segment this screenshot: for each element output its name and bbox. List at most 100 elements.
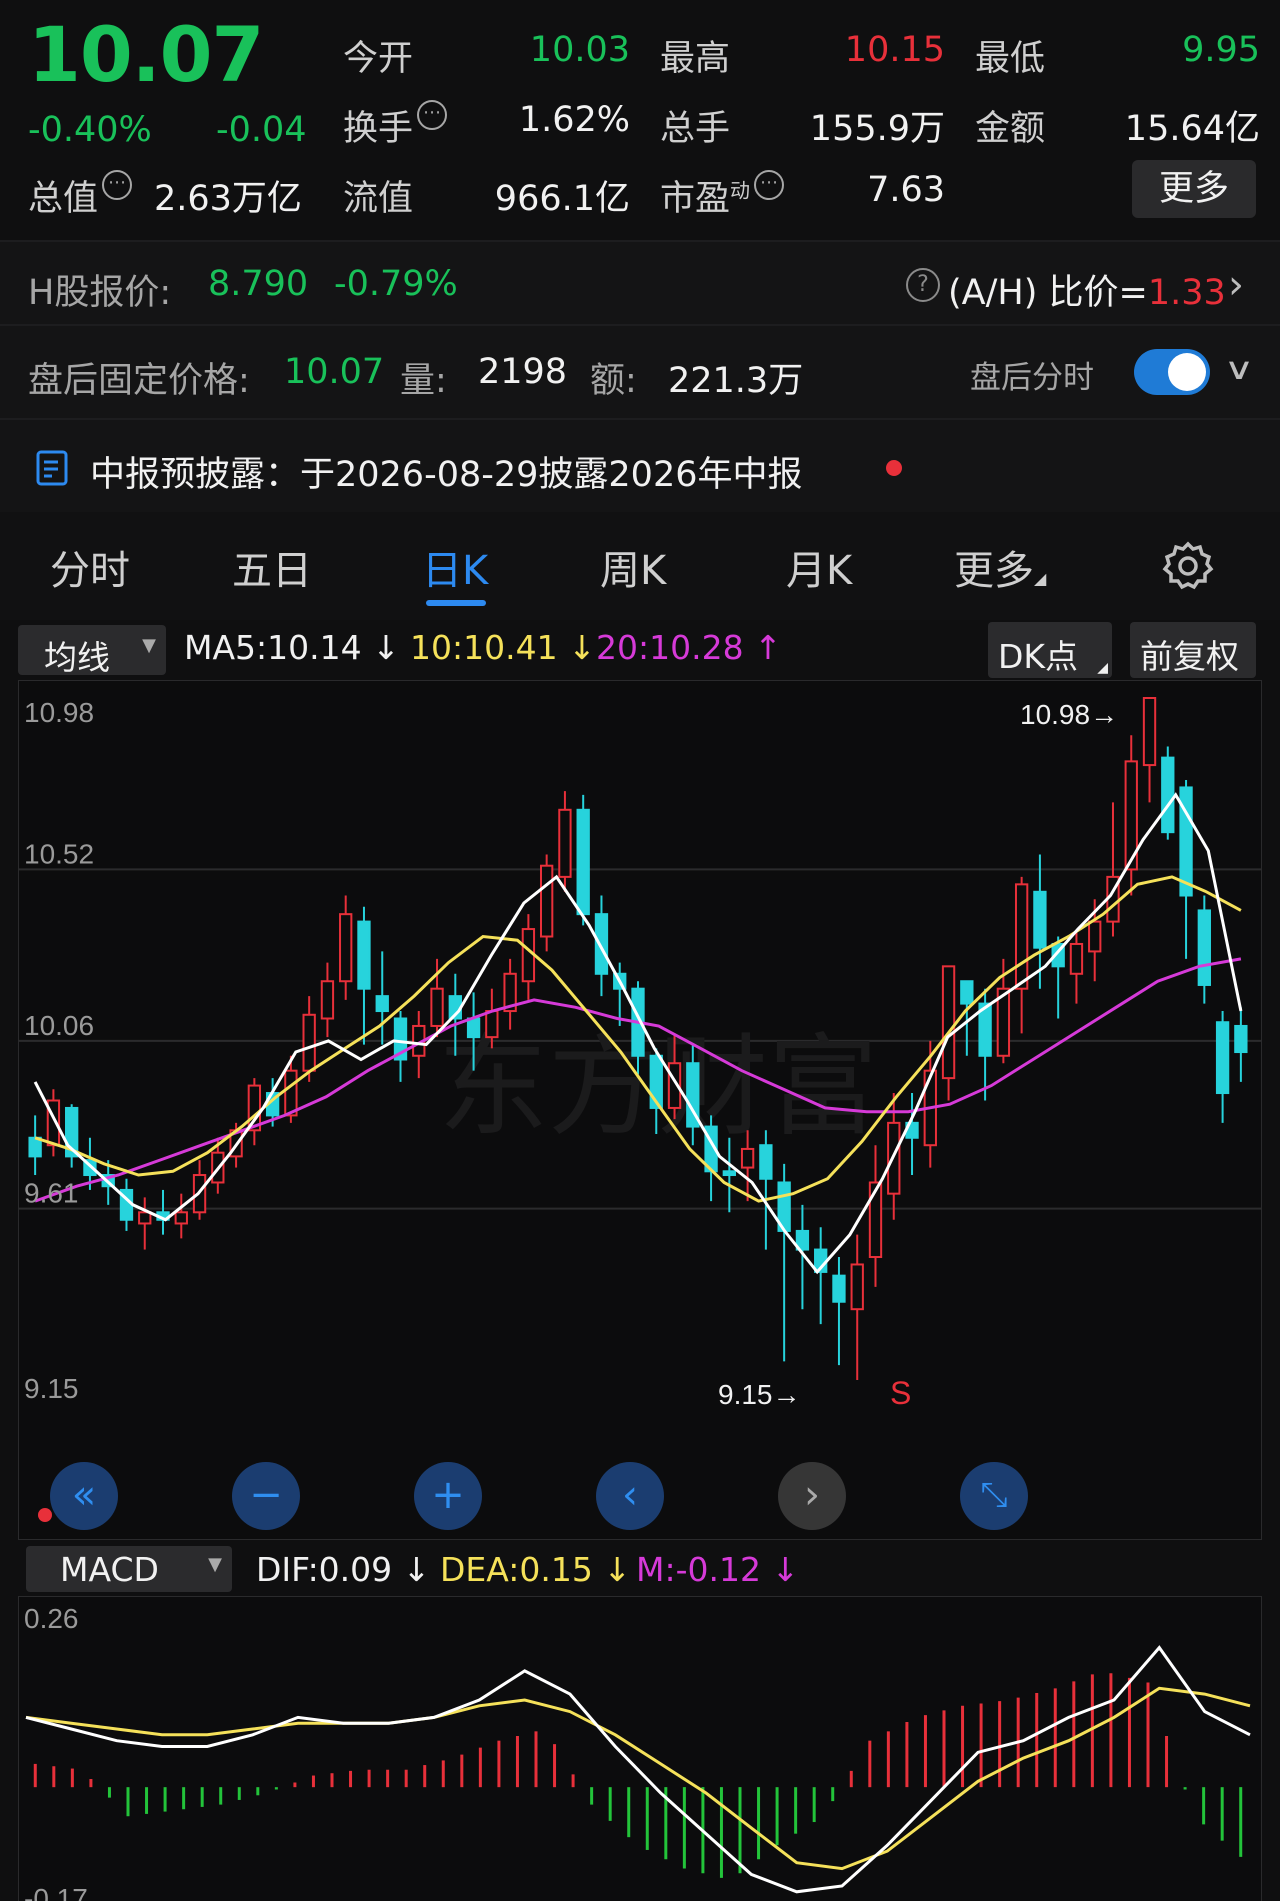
dk-point-button[interactable]: DK点 ◢ — [988, 622, 1112, 678]
candle — [138, 1211, 152, 1225]
high-value: 10.15 — [844, 30, 945, 70]
float-label: 流值 — [343, 179, 414, 219]
hshare-change: -0.79% — [334, 264, 458, 304]
y-tick-label: 9.15 — [24, 1373, 79, 1404]
sell-signal: S — [890, 1375, 911, 1411]
candle — [430, 987, 444, 1027]
candle — [832, 1274, 846, 1303]
high-label: 最高 — [660, 39, 731, 79]
y-tick-label: 10.52 — [24, 838, 94, 869]
low-label: 最低 — [975, 39, 1046, 79]
float-value: 966.1亿 — [494, 179, 630, 219]
pe-value: 7.63 — [867, 170, 945, 210]
fullscreen-icon[interactable]: ⤡ — [960, 1462, 1028, 1530]
price-adjust-button[interactable]: 前复权 — [1130, 622, 1256, 678]
afterhours-price: 10.07 — [284, 352, 385, 392]
afterhours-toggle-label: 盘后分时 — [970, 360, 1094, 396]
volume-value: 155.9万 — [809, 109, 945, 149]
amount-value: 15.64亿 — [1124, 109, 1260, 149]
chevron-right-icon[interactable]: › — [778, 1462, 846, 1530]
high-marker: 10.98→ — [1020, 699, 1118, 730]
tab-monthly-k[interactable]: 月K — [786, 538, 852, 596]
info-icon[interactable]: ⋯ — [754, 170, 785, 200]
candle — [1088, 920, 1102, 953]
more-button[interactable]: 更多 — [1132, 160, 1256, 218]
macd-chart[interactable]: 0.26 -0.17 — [18, 1596, 1262, 1901]
last-price: 10.07 — [28, 10, 264, 99]
y-tick-label: 0.26 — [24, 1603, 79, 1634]
candle — [1014, 883, 1029, 990]
tab-intraday[interactable]: 分时 — [50, 538, 130, 596]
zoom-in-icon[interactable]: + — [414, 1462, 482, 1530]
info-icon[interactable]: ⋯ — [102, 170, 133, 200]
y-tick-label: -0.17 — [24, 1883, 88, 1901]
candle — [1197, 909, 1211, 986]
macd-select[interactable]: MACD ▼ — [26, 1546, 232, 1592]
afterhours-vol: 2198 — [478, 352, 568, 392]
notice-text: 中报预披露：于2026-08-29披露2026年中报 — [90, 455, 803, 495]
chevron-right-icon[interactable]: › — [1228, 262, 1244, 308]
marker-dot — [38, 1508, 52, 1522]
pe-label: 市盈动 ⋯ — [660, 170, 785, 221]
candle — [302, 1013, 316, 1072]
candle — [174, 1211, 188, 1225]
candle — [485, 1010, 499, 1039]
dea-legend: DEA:0.15 ↓ — [440, 1550, 631, 1589]
tab-daily-k[interactable]: 日K — [422, 538, 488, 596]
tab-weekly-k[interactable]: 周K — [600, 538, 666, 596]
volume-label: 总手 — [660, 109, 731, 149]
pe-sup: 动 — [730, 178, 751, 203]
candle — [1234, 1024, 1248, 1054]
info-icon[interactable]: ⋯ — [417, 100, 448, 130]
indicator-select[interactable]: 均线 ▼ — [18, 625, 166, 677]
candle — [740, 1147, 755, 1169]
dif-legend: DIF:0.09 ↓ — [256, 1550, 431, 1589]
unread-dot — [886, 460, 902, 476]
corner-triangle-icon: ◢ — [1097, 660, 1108, 676]
zoom-out-icon[interactable]: − — [232, 1462, 300, 1530]
candle — [1142, 697, 1157, 767]
candle — [868, 1181, 883, 1259]
candle — [941, 965, 956, 1080]
candle — [320, 980, 335, 1020]
hshare-label: H股报价: — [28, 273, 172, 313]
candle — [1161, 756, 1175, 834]
document-icon — [36, 450, 68, 486]
dropdown-arrow-icon: ▼ — [208, 1554, 222, 1575]
turnover-label: 换手 ⋯ — [343, 100, 448, 151]
active-tab-indicator — [426, 600, 486, 606]
open-value: 10.03 — [529, 30, 630, 70]
double-left-icon[interactable]: « — [50, 1462, 118, 1530]
tab-five-day[interactable]: 五日 — [232, 538, 312, 596]
afterhours-amt-label: 额: — [590, 361, 637, 401]
change-percent: -0.40% — [28, 110, 152, 150]
chevron-left-icon[interactable]: ‹ — [596, 1462, 664, 1530]
candle — [960, 980, 974, 1005]
candle — [850, 1263, 864, 1311]
candle — [466, 1017, 481, 1039]
y-tick-label: 9.61 — [24, 1178, 79, 1209]
afterhours-amt: 221.3万 — [668, 361, 804, 401]
gear-icon[interactable] — [1162, 540, 1214, 592]
low-marker: 9.15→ — [718, 1379, 801, 1410]
market-cap-label: 总值 ⋯ — [28, 170, 133, 221]
tab-more[interactable]: 更多◢ — [954, 538, 1046, 596]
corner-triangle-icon: ◢ — [1034, 569, 1047, 588]
low-value: 9.95 — [1182, 30, 1260, 70]
candle — [1033, 890, 1047, 949]
candle — [339, 913, 353, 983]
candlestick-chart[interactable]: 东方财富 10.9810.5210.069.619.1510.98→9.15→S — [18, 680, 1262, 1540]
change-amount: -0.04 — [216, 110, 307, 150]
candle — [357, 920, 371, 990]
candle — [558, 808, 572, 878]
chevron-down-icon[interactable]: ∨ — [1224, 352, 1255, 387]
hshare-price: 8.790 — [208, 264, 309, 304]
m-legend: M:-0.12 ↓ — [636, 1550, 800, 1589]
candle — [1215, 1021, 1230, 1095]
amount-label: 金额 — [975, 109, 1046, 149]
help-icon[interactable]: ? — [906, 268, 940, 302]
ma20-legend: 20:10.28 ↑ — [596, 628, 782, 667]
candle — [722, 1170, 737, 1177]
candle — [539, 864, 554, 938]
y-tick-label: 10.06 — [24, 1010, 94, 1041]
